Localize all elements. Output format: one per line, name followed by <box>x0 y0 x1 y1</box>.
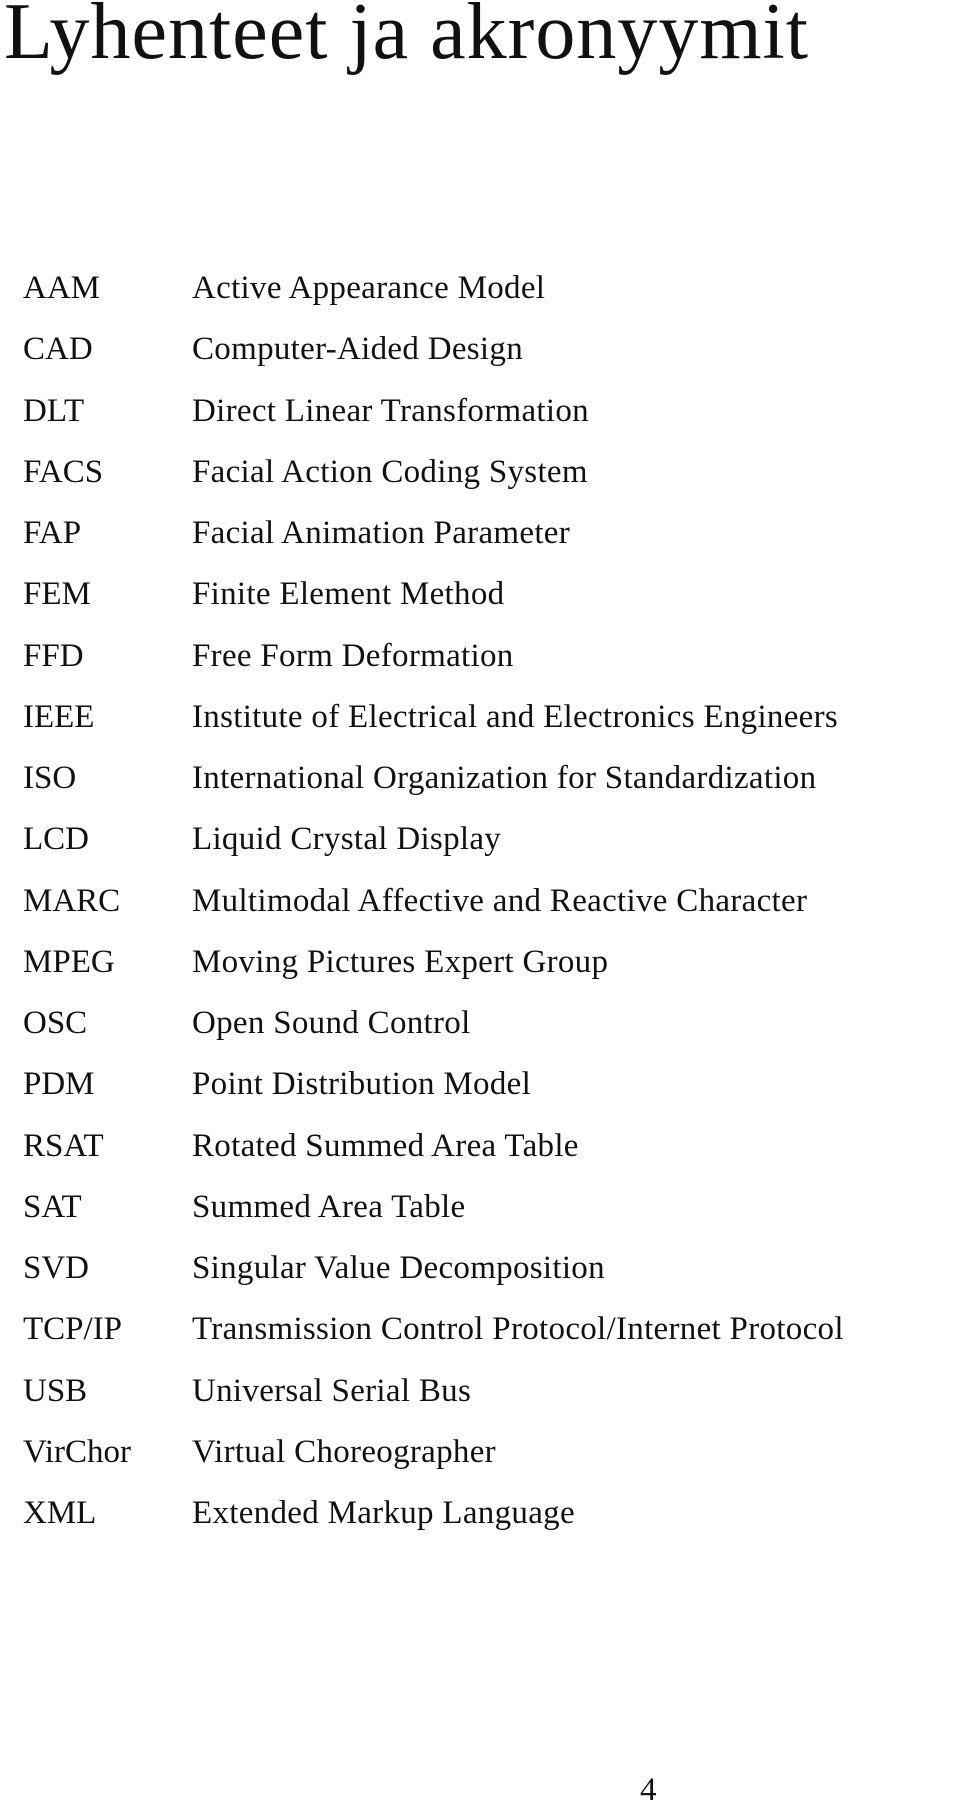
page-number: 4 <box>640 1772 657 1808</box>
acronym-row: PDM Point Distribution Model <box>0 1064 960 1125</box>
acronym: XML <box>23 1495 97 1531</box>
acronym: VirChor <box>23 1433 132 1470</box>
acronym-expansion: Extended Markup Language <box>192 1495 575 1531</box>
acronym-expansion: Point Distribution Model <box>192 1066 532 1103</box>
acronym-row: IEEE Institute of Electrical and Electron… <box>0 697 960 758</box>
acronym: SVD <box>23 1250 90 1286</box>
acronym-row: TCP/IP Transmission Control Protocol/Inte… <box>0 1309 960 1370</box>
acronym: FACS <box>23 453 104 490</box>
acronym-row: DLT Direct Linear Transformation <box>0 391 960 452</box>
acronym-row: AAM Active Appearance Model <box>0 268 960 329</box>
acronym-list: AAM Active Appearance Model CAD Computer-Ai… <box>0 268 960 1554</box>
acronym-expansion: Facial Action Coding System <box>192 453 588 490</box>
acronym-expansion: Finite Element Method <box>192 576 505 613</box>
acronym: PDM <box>23 1066 95 1103</box>
acronym-row: MARC Multimodal Affective and Reactive Ch… <box>0 881 960 942</box>
acronym-expansion: Singular Value Decomposition <box>192 1250 605 1286</box>
acronym: AAM <box>23 270 101 306</box>
acronym: TCP/IP <box>23 1311 123 1348</box>
acronym-expansion: Moving Pictures Expert Group <box>192 943 609 980</box>
acronym-expansion: Transmission Control Protocol/Internet P… <box>192 1311 844 1348</box>
acronym-row: FAP Facial Animation Parameter <box>0 513 960 574</box>
acronym-expansion: Rotated Summed Area Table <box>192 1127 579 1164</box>
acronym-row: FACS Facial Action Coding System <box>0 452 960 513</box>
acronym-expansion: Virtual Choreographer <box>192 1433 496 1470</box>
acronym-row: ISO International Organization for Standa… <box>0 758 960 819</box>
acronym: MARC <box>23 882 121 919</box>
acronym: FFD <box>23 637 84 674</box>
acronym-expansion: Direct Linear Transformation <box>192 392 589 429</box>
acronym-row: RSAT Rotated Summed Area Table <box>0 1126 960 1187</box>
acronym-expansion: Universal Serial Bus <box>192 1372 472 1409</box>
acronym-row: SVD Singular Value Decomposition <box>0 1248 960 1309</box>
acronym-row: USB Universal Serial Bus <box>0 1371 960 1432</box>
acronym: FEM <box>23 576 91 613</box>
acronym: MPEG <box>23 943 115 980</box>
acronym: LCD <box>23 821 89 858</box>
acronym: CAD <box>23 331 93 368</box>
acronym-row: FEM Finite Element Method <box>0 574 960 635</box>
acronym-expansion: Multimodal Affective and Reactive Charac… <box>192 882 808 919</box>
acronym-row: CAD Computer-Aided Design <box>0 329 960 390</box>
acronym: DLT <box>23 392 85 429</box>
acronym-row: LCD Liquid Crystal Display <box>0 819 960 880</box>
acronym-row: OSC Open Sound Control <box>0 1003 960 1064</box>
acronym: IEEE <box>23 698 95 735</box>
acronym: FAP <box>23 515 82 551</box>
acronym: RSAT <box>23 1127 104 1164</box>
acronym-row: MPEG Moving Pictures Expert Group <box>0 942 960 1003</box>
acronym-expansion: Computer-Aided Design <box>192 331 523 368</box>
acronym: OSC <box>23 1005 88 1041</box>
acronym: USB <box>23 1372 88 1409</box>
acronym: SAT <box>23 1188 82 1225</box>
acronym-expansion: Open Sound Control <box>192 1005 471 1041</box>
acronym-expansion: International Organization for Standardi… <box>192 760 817 796</box>
acronym-row: VirChor Virtual Choreographer <box>0 1432 960 1493</box>
acronym-expansion: Active Appearance Model <box>192 270 546 306</box>
acronym-row: XML Extended Markup Language <box>0 1493 960 1554</box>
acronym-expansion: Facial Animation Parameter <box>192 515 571 551</box>
acronym-expansion: Liquid Crystal Display <box>192 821 502 858</box>
acronym-row: FFD Free Form Deformation <box>0 636 960 697</box>
acronym-expansion: Summed Area Table <box>192 1188 466 1225</box>
acronym-row: SAT Summed Area Table <box>0 1187 960 1248</box>
acronym: ISO <box>23 760 77 796</box>
acronym-expansion: Institute of Electrical and Electronics … <box>192 698 839 735</box>
page-title: Lyhenteet ja akronyymit <box>4 0 809 76</box>
acronym-expansion: Free Form Deformation <box>192 637 514 674</box>
